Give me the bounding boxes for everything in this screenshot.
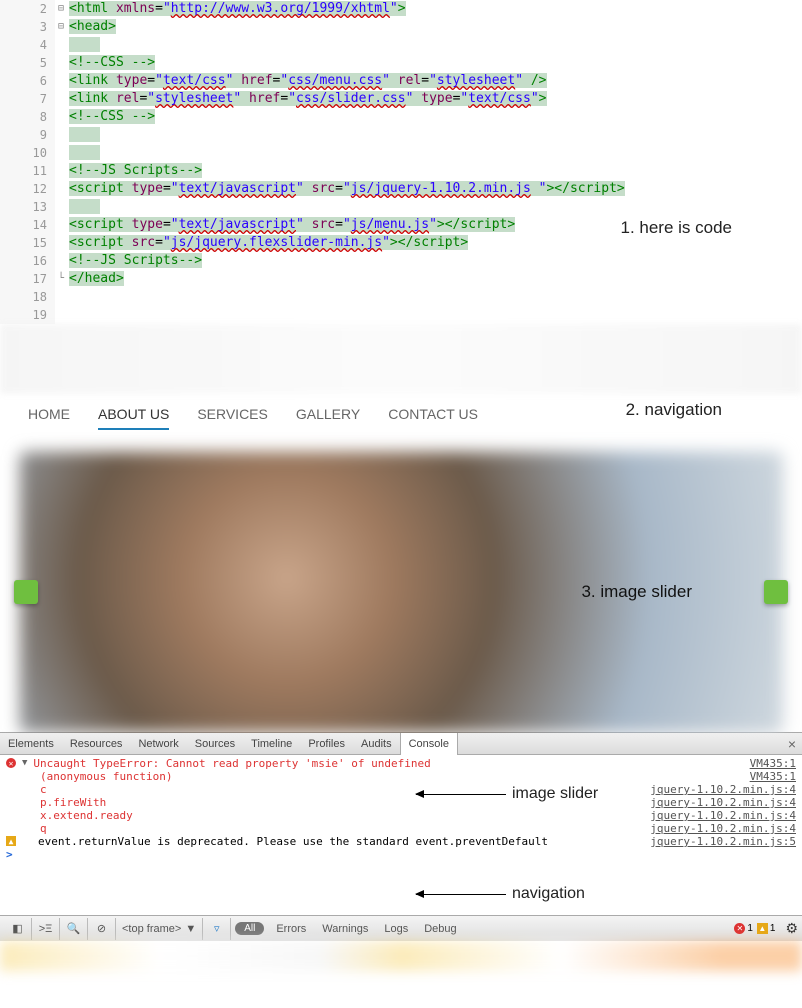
tab-network[interactable]: Network [130, 733, 186, 755]
frame-selector[interactable]: <top frame> ▼ [116, 918, 203, 940]
code-content[interactable]: <html xmlns="http://www.w3.org/1999/xhtm… [67, 0, 802, 324]
annotation-slider: 3. image slider [581, 582, 692, 602]
nav-contact[interactable]: CONTACT US [388, 406, 478, 430]
source-link[interactable]: jquery-1.10.2.min.js:4 [650, 809, 796, 822]
disclosure-icon[interactable]: ▼ [22, 757, 27, 770]
nav-gallery[interactable]: GALLERY [296, 406, 360, 430]
annotation-code: 1. here is code [620, 218, 732, 238]
tab-audits[interactable]: Audits [353, 733, 400, 755]
line-gutter: 2345678910111213141516171819 [0, 0, 55, 324]
devtools-panel: Elements Resources Network Sources Timel… [0, 732, 802, 941]
warning-count[interactable]: ▲1 [757, 923, 776, 934]
stack-frame: x.extend.ready [40, 809, 133, 822]
code-editor: 2345678910111213141516171819 ⊟⊟└ <html x… [0, 0, 802, 324]
source-link[interactable]: jquery-1.10.2.min.js:4 [650, 822, 796, 835]
nav-home[interactable]: HOME [28, 406, 70, 430]
warning-icon: ▲ [6, 836, 16, 846]
source-link[interactable]: jquery-1.10.2.min.js:5 [650, 835, 796, 848]
stack-frame: c [40, 783, 47, 796]
tab-timeline[interactable]: Timeline [243, 733, 300, 755]
devtools-close-button[interactable]: × [788, 736, 796, 752]
warning-message: event.returnValue is deprecated. Please … [38, 835, 548, 848]
stack-frame: p.fireWith [40, 796, 106, 809]
settings-gear-icon[interactable]: ⚙ [785, 920, 798, 937]
search-button[interactable]: 🔍 [60, 918, 88, 940]
error-message: Uncaught TypeError: Cannot read property… [33, 757, 430, 770]
dock-button[interactable]: ◧ [4, 918, 32, 940]
filter-button[interactable]: ▿ [203, 918, 231, 940]
error-count[interactable]: ✕1 [734, 923, 753, 934]
source-link[interactable]: jquery-1.10.2.min.js:4 [650, 783, 796, 796]
nav-about[interactable]: ABOUT US [98, 406, 169, 430]
devtools-tabbar: Elements Resources Network Sources Timel… [0, 733, 802, 755]
tab-console[interactable]: Console [400, 733, 458, 755]
error-icon: ✕ [6, 758, 16, 768]
image-slider[interactable]: 3. image slider [20, 452, 782, 732]
filter-errors[interactable]: Errors [268, 923, 314, 935]
filter-all[interactable]: All [235, 922, 264, 935]
tab-sources[interactable]: Sources [187, 733, 243, 755]
slider-next-button[interactable] [764, 580, 788, 604]
stack-frame: (anonymous function) [40, 770, 172, 783]
filter-warnings[interactable]: Warnings [314, 923, 376, 935]
filter-debug[interactable]: Debug [416, 923, 464, 935]
stack-frame: q [40, 822, 47, 835]
console-output[interactable]: ✕ ▼ Uncaught TypeError: Cannot read prop… [0, 755, 802, 915]
console-drawer-button[interactable]: >Ξ [32, 918, 60, 940]
console-prompt[interactable]: > [6, 848, 13, 861]
source-link[interactable]: jquery-1.10.2.min.js:4 [650, 796, 796, 809]
devtools-footer: ◧ >Ξ 🔍 ⊘ <top frame> ▼ ▿ All Errors Warn… [0, 915, 802, 941]
blurred-region [0, 324, 802, 394]
tab-resources[interactable]: Resources [62, 733, 131, 755]
source-link[interactable]: VM435:1 [750, 770, 796, 783]
filter-logs[interactable]: Logs [376, 923, 416, 935]
blurred-region-bottom [0, 941, 802, 971]
clear-button[interactable]: ⊘ [88, 918, 116, 940]
tab-profiles[interactable]: Profiles [300, 733, 353, 755]
tab-elements[interactable]: Elements [0, 733, 62, 755]
slider-prev-button[interactable] [14, 580, 38, 604]
nav-services[interactable]: SERVICES [197, 406, 268, 430]
annotation-nav: 2. navigation [626, 400, 722, 420]
arrow-annotation-nav: navigation [416, 885, 585, 903]
arrow-annotation-slider: image slider [416, 785, 598, 803]
source-link[interactable]: VM435:1 [750, 757, 796, 770]
fold-column[interactable]: ⊟⊟└ [55, 0, 67, 324]
